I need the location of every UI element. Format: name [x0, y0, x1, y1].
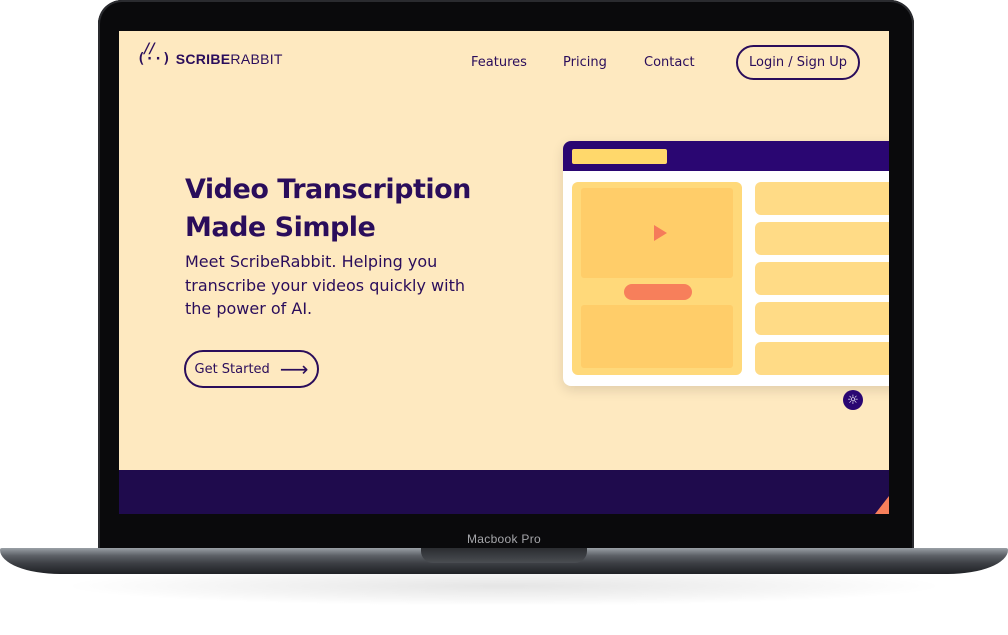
arrow-right-icon: ⟶ — [279, 357, 309, 381]
nav-link-contact[interactable]: Contact — [644, 55, 695, 70]
illustration-progress-pill — [624, 284, 692, 300]
hero-title: Video Transcription Made Simple — [185, 174, 471, 243]
device-label: Macbook Pro — [467, 532, 541, 546]
login-signup-label: Login / Sign Up — [749, 55, 847, 70]
nav-link-features[interactable]: Features — [471, 55, 527, 70]
nav-link-pricing[interactable]: Pricing — [563, 55, 607, 70]
get-started-button[interactable]: Get Started ⟶ — [184, 350, 319, 388]
illustration-list-row — [755, 342, 889, 375]
brand-name: SCRIBERABBIT — [175, 51, 283, 67]
login-signup-button[interactable]: Login / Sign Up — [736, 45, 860, 80]
illustration-video-thumb — [581, 188, 733, 278]
scriberabbit-logo[interactable]: // (··) SCRIBERABBIT — [137, 41, 283, 67]
theme-toggle-sun-icon[interactable]: ☼ — [843, 390, 863, 410]
play-icon — [654, 225, 667, 241]
illustration-transcript-block — [581, 305, 733, 368]
illustration-list-row — [755, 222, 889, 255]
get-started-label: Get Started — [194, 361, 270, 377]
rabbit-logo-icon: // (··) — [137, 41, 171, 67]
illustration-list-row — [755, 262, 889, 295]
illustration-list-row — [755, 182, 889, 215]
illustration-title-pill — [572, 149, 667, 164]
laptop-notch — [421, 548, 587, 563]
laptop-screen: // (··) SCRIBERABBIT Features Pricing Co… — [119, 31, 889, 514]
app-illustration — [563, 141, 889, 386]
decorative-corner-triangle — [875, 496, 889, 514]
hero-subtitle: Meet ScribeRabbit. Helping you transcrib… — [185, 252, 465, 318]
illustration-header-bar — [563, 141, 889, 171]
illustration-video-panel — [572, 182, 742, 375]
illustration-list-row — [755, 302, 889, 335]
footer-band — [119, 470, 889, 514]
